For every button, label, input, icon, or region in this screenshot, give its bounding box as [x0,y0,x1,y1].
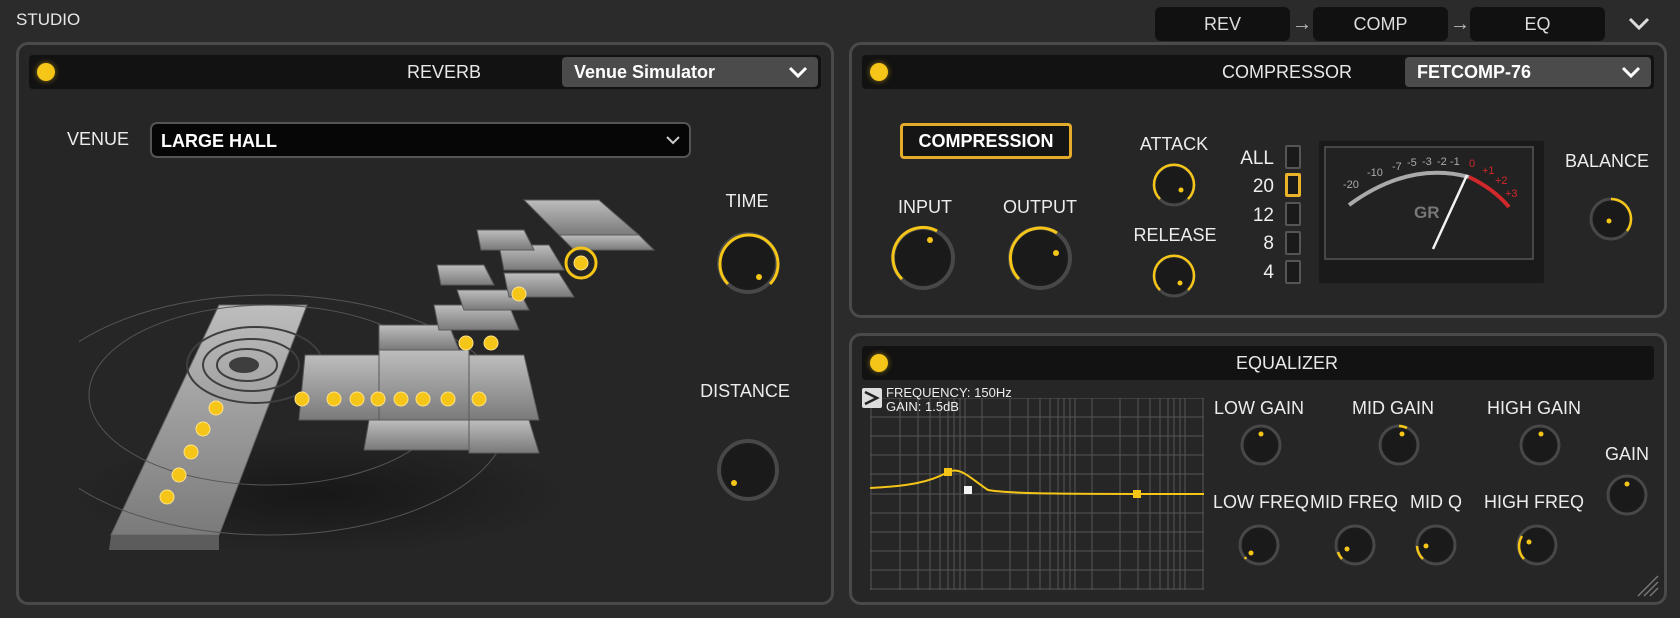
gr-scale--7: -7 [1392,161,1402,173]
ratio-button-all[interactable] [1285,145,1301,169]
gain-reduction-meter: -20 -10 -7 -5 -3 -2 -1 0 +1 +2 +3 GR [1319,141,1544,283]
eq-low-node[interactable] [944,468,952,476]
collapse-chevron-icon[interactable] [1628,17,1650,36]
gr-scale--2: -2 [1437,156,1447,168]
chain-rev-label: REV [1203,13,1241,34]
mid-q-knob[interactable] [1413,522,1459,568]
input-label: INPUT [898,197,952,217]
compression-button[interactable]: COMPRESSION [900,123,1072,159]
compressor-power-led[interactable] [870,63,888,81]
low-gain-label: LOW GAIN [1214,398,1305,418]
mid-gain-label: MID GAIN [1351,398,1434,418]
gr-scale--10: -10 [1367,167,1383,179]
eq-expand-icon[interactable] [862,388,882,408]
chevron-down-icon [666,136,680,145]
reverb-title: REVERB [406,62,482,82]
gr-scale-0: 0 [1469,158,1476,170]
gr-scale-2: +2 [1495,175,1508,187]
app-title: STUDIO [16,10,81,29]
gr-scale--3: -3 [1422,156,1432,168]
input-knob[interactable] [888,223,958,293]
gain-label: GAIN [1604,444,1649,464]
eq-readout-gain: GAIN: 1.5dB [886,399,959,414]
time-label: TIME [725,191,769,211]
venue-visualization[interactable] [79,195,699,585]
equalizer-power-led[interactable] [870,354,888,372]
chain-eq-button[interactable]: EQ [1470,7,1605,41]
equalizer-header: EQUALIZER [862,346,1654,380]
ratio-button-20[interactable] [1285,173,1301,197]
eq-high-node[interactable] [1133,490,1141,498]
ratio-button-12[interactable] [1285,202,1301,226]
mid-freq-knob[interactable] [1332,522,1378,568]
distance-label: DISTANCE [700,381,790,401]
mid-gain-knob[interactable] [1376,422,1422,468]
mid-freq-label: MID FREQ [1310,492,1398,512]
compression-button-label: COMPRESSION [918,130,1054,151]
release-label: RELEASE [1133,225,1217,245]
equalizer-title: EQUALIZER [1235,353,1339,373]
chevron-down-icon [788,66,808,79]
gr-label: GR [1414,203,1440,222]
compressor-panel: COMPRESSOR FETCOMP-76 COMPRESSION INPUT … [849,42,1667,318]
ratio-label-20: 20 [1252,176,1274,197]
attack-knob[interactable] [1150,161,1198,209]
venue-select[interactable]: LARGE HALL [150,122,691,158]
high-freq-label: HIGH FREQ [1483,492,1584,512]
balance-label: BALANCE [1564,151,1650,171]
chain-arrow-icon: → [1450,13,1470,35]
ratio-label-8: 8 [1263,233,1274,254]
venue-label: VENUE [67,129,130,149]
gr-scale--5: -5 [1407,157,1417,169]
gr-scale-3: +3 [1505,188,1518,200]
chevron-down-icon [1621,66,1641,79]
chain-arrow-icon: → [1292,13,1312,35]
high-gain-knob[interactable] [1517,422,1563,468]
gr-scale-1: +1 [1482,165,1495,177]
ratio-label-4: 4 [1263,262,1274,283]
reverb-header: REVERB Venue Simulator [29,55,821,89]
mid-q-label: MID Q [1410,492,1462,512]
eq-curve-graph[interactable] [870,398,1204,590]
venue-value: LARGE HALL [161,131,277,151]
gain-knob[interactable] [1604,472,1650,518]
output-label: OUTPUT [1003,197,1077,217]
resize-grip-icon[interactable] [1634,572,1660,598]
chain-comp-label: COMP [1353,13,1408,34]
gr-scale--1: -1 [1450,156,1460,168]
release-knob[interactable] [1150,252,1198,300]
output-knob[interactable] [1005,223,1075,293]
low-gain-knob[interactable] [1238,422,1284,468]
low-freq-knob[interactable] [1236,522,1282,568]
gr-scale--20: -20 [1343,179,1359,191]
compressor-header: COMPRESSOR FETCOMP-76 [862,55,1654,89]
high-gain-label: HIGH GAIN [1486,398,1581,418]
ratio-button-8[interactable] [1285,231,1301,255]
ratio-label-12: 12 [1252,205,1274,226]
eq-readout-frequency: FREQUENCY: 150Hz [886,385,1012,400]
chain-eq-label: EQ [1524,13,1551,34]
eq-readout: FREQUENCY: 150Hz GAIN: 1.5dB [886,386,1012,414]
time-knob[interactable] [714,229,782,297]
balance-knob[interactable] [1587,195,1635,243]
eq-mid-node[interactable] [964,486,972,494]
high-freq-knob[interactable] [1514,522,1560,568]
reverb-power-led[interactable] [37,63,55,81]
ratio-label-all: ALL [1240,148,1274,169]
reverb-preset-value: Venue Simulator [574,61,716,82]
chain-comp-button[interactable]: COMP [1313,7,1448,41]
low-freq-label: LOW FREQ [1213,492,1310,512]
compressor-title: COMPRESSOR [1221,62,1353,82]
reverb-panel: REVERB Venue Simulator VENUE LARGE HALL [16,42,834,605]
attack-label: ATTACK [1139,134,1209,154]
chain-rev-button[interactable]: REV [1155,7,1290,41]
compressor-preset-value: FETCOMP-76 [1417,61,1532,82]
reverb-preset-select[interactable]: Venue Simulator [562,57,818,87]
compressor-preset-select[interactable]: FETCOMP-76 [1405,57,1651,87]
equalizer-panel: EQUALIZER FREQUENCY: 150Hz GAIN: 1.5dB L… [849,333,1667,605]
distance-knob[interactable] [714,436,782,504]
ratio-button-4[interactable] [1285,260,1301,284]
